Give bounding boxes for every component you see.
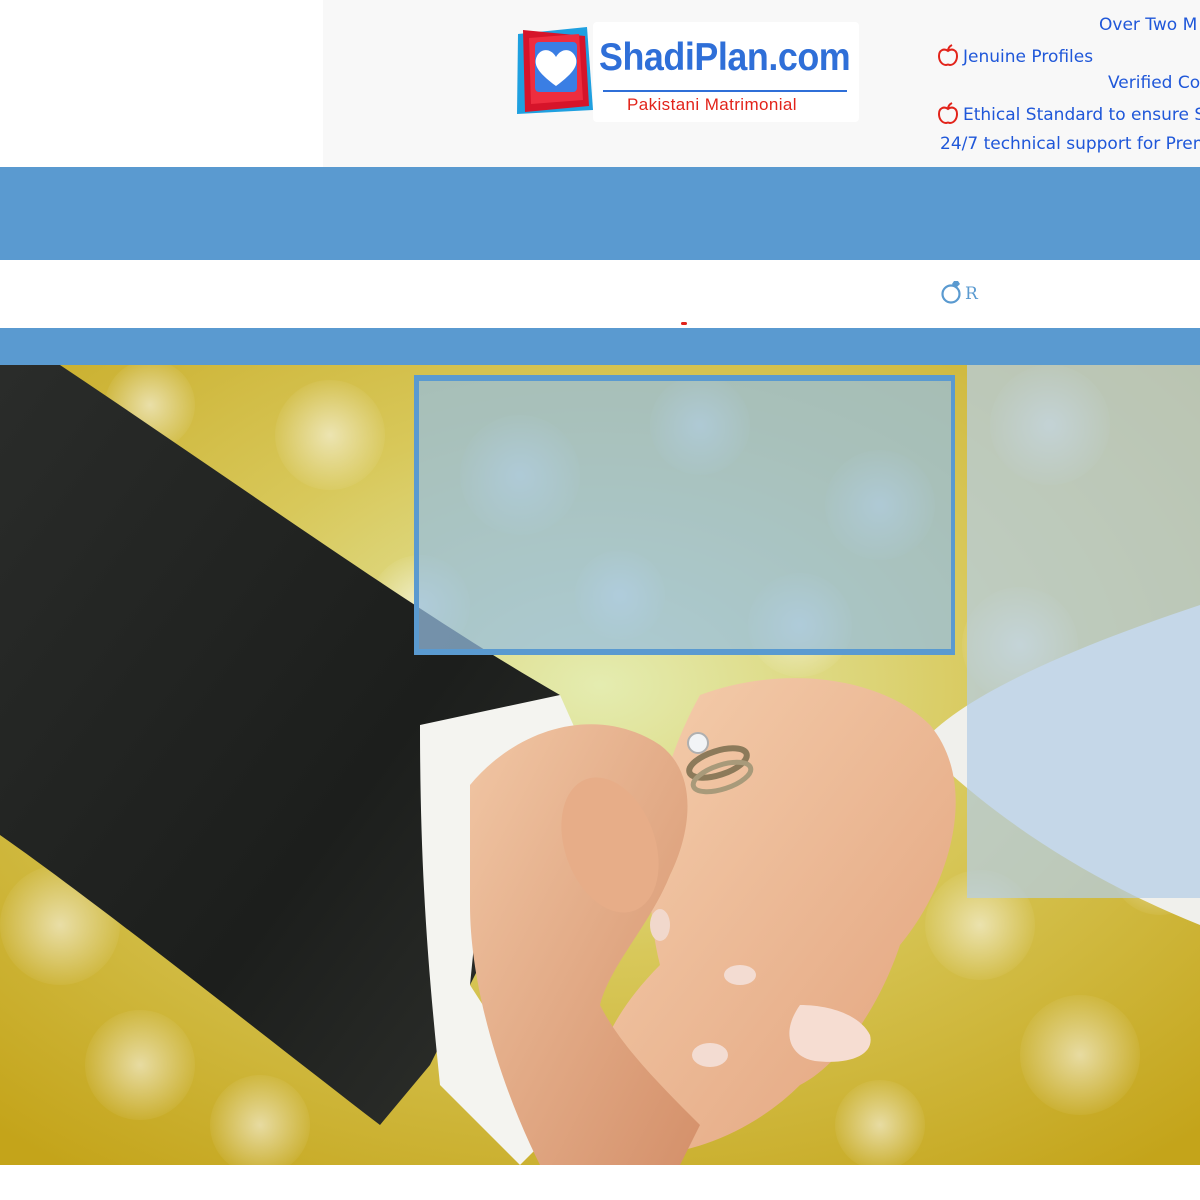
heart-logo-icon [517, 27, 593, 114]
top-banner-bar [0, 167, 1200, 260]
site-header: ShadiPlan.com Pakistani Matrimonial Over… [0, 0, 1200, 167]
sub-nav-bar [0, 328, 1200, 365]
logo-divider [603, 90, 847, 92]
red-marker [681, 322, 687, 325]
nav-item-r[interactable]: R [940, 279, 978, 305]
overlay-panel-left [414, 375, 955, 655]
logo-title: ShadiPlan.com [599, 36, 851, 79]
nav-bar [0, 260, 1200, 328]
page-footer [0, 1165, 1200, 1200]
site-logo[interactable]: ShadiPlan.com Pakistani Matrimonial [515, 22, 859, 122]
nav-item-label: R [965, 284, 978, 304]
overlay-panel-right [967, 365, 1200, 898]
logo-tagline: Pakistani Matrimonial [627, 95, 797, 114]
hero-section [0, 365, 1200, 1165]
ring-icon [941, 281, 961, 304]
